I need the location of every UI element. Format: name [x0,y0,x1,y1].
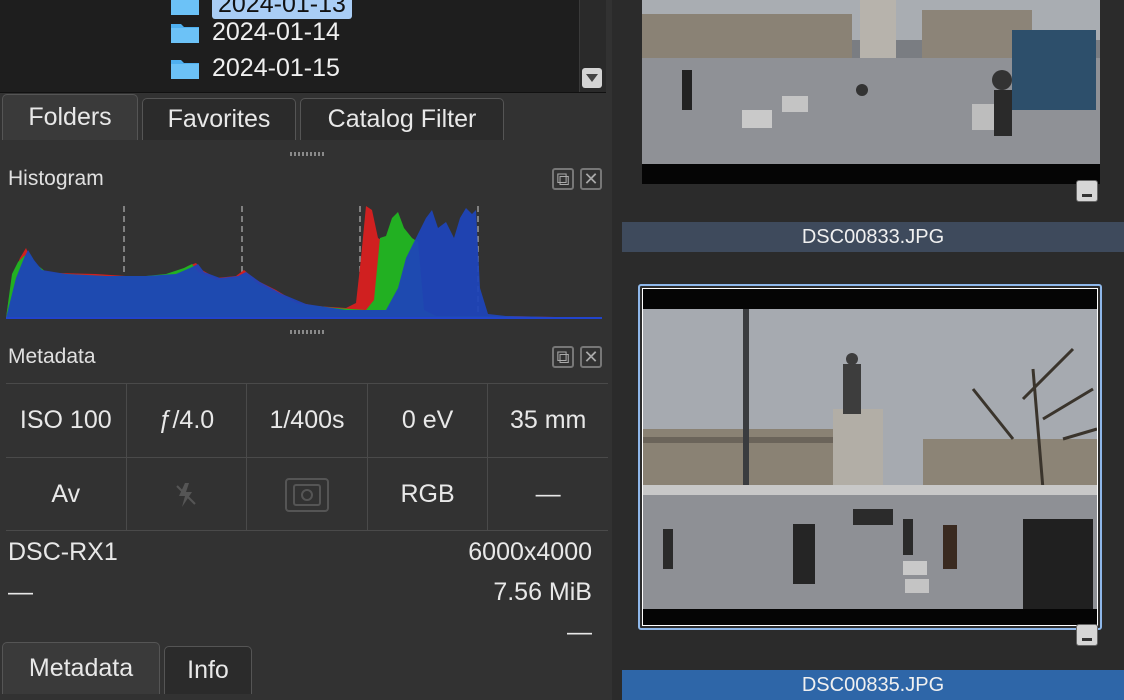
thumbnail-caption: DSC00833.JPG [622,222,1124,252]
folder-label: 2024-01-14 [212,17,340,46]
flash-cell [127,458,248,531]
image-dimensions: 6000x4000 [468,538,592,566]
folder-icon [171,24,199,43]
thumbnail-browser[interactable]: DSC00833.JPG DSC00835.JPG [612,0,1124,700]
photo-preview [642,0,1100,184]
tab-folders[interactable]: Folders [2,94,138,140]
histogram-chart [6,198,602,322]
float-panel-icon[interactable]: ⧉ [552,346,574,368]
metadata-panel-buttons: ⧉ ✕ [552,346,602,368]
folder-label: 2024-01-15 [212,53,340,82]
flash-off-icon [176,482,197,507]
histogram-title: Histogram [8,167,104,190]
white-balance-value: — [535,480,561,508]
folder-icon [171,60,199,79]
metering-cell [247,458,368,531]
histogram-panel-buttons: ⧉ ✕ [552,168,602,190]
tab-label: Metadata [28,654,134,682]
scroll-down-button[interactable] [582,68,602,88]
thumbnail-image[interactable] [642,288,1098,626]
metadata-row: Av RGB — [6,457,608,531]
thumbnail-badge-icon[interactable] [1076,624,1098,646]
folder-tree[interactable]: 2024-01-13 2024-01-14 2024-01-15 [0,0,606,93]
bottom-tab-bar: Metadata Info [2,642,256,694]
thumbnail-image[interactable] [642,0,1100,184]
close-panel-icon[interactable]: ✕ [580,168,602,190]
tab-label: Info [187,656,229,684]
file-size: 7.56 MiB [493,578,592,606]
exposure-comp-value: 0 eV [368,384,489,457]
tab-info[interactable]: Info [164,646,252,694]
aperture-value: ƒ/4.0 [127,384,248,457]
tab-catalog-filter[interactable]: Catalog Filter [300,98,504,140]
float-panel-icon[interactable]: ⧉ [552,168,574,190]
lens-value: — [8,578,33,606]
top-tab-bar: Folders Favorites Catalog Filter [2,92,508,140]
left-pane: 2024-01-13 2024-01-14 2024-01-15 Folders… [0,0,612,700]
photo-preview [643,289,1097,625]
splitter-grip[interactable] [290,152,324,156]
metadata-row: ISO 100 ƒ/4.0 1/400s 0 eV 35 mm [6,384,608,457]
camera-model: DSC-RX1 [8,538,118,566]
thumbnail-caption-selected: DSC00835.JPG [622,670,1124,700]
tab-label: Favorites [167,105,271,133]
color-space-value: RGB [368,458,489,531]
exposure-mode-value: Av [6,458,127,531]
extra-value: — [567,618,592,646]
iso-value: ISO 100 [6,384,127,457]
close-panel-icon[interactable]: ✕ [580,346,602,368]
metering-icon [284,477,329,512]
splitter-grip[interactable] [290,330,324,334]
folder-item[interactable]: 2024-01-14 [0,14,580,50]
focal-length-value: 35 mm [509,406,587,434]
metadata-title: Metadata [8,345,96,368]
tab-favorites[interactable]: Favorites [142,98,296,140]
thumbnail-badge-icon[interactable] [1076,180,1098,202]
tab-label: Catalog Filter [327,105,477,133]
metadata-grid: ISO 100 ƒ/4.0 1/400s 0 eV 35 mm Av RGB — [6,383,608,531]
folder-item[interactable]: 2024-01-15 [0,50,580,86]
tab-label: Folders [28,103,112,131]
tab-metadata[interactable]: Metadata [2,642,160,694]
shutter-value: 1/400s [247,384,368,457]
tree-scrollbar[interactable] [579,0,606,92]
